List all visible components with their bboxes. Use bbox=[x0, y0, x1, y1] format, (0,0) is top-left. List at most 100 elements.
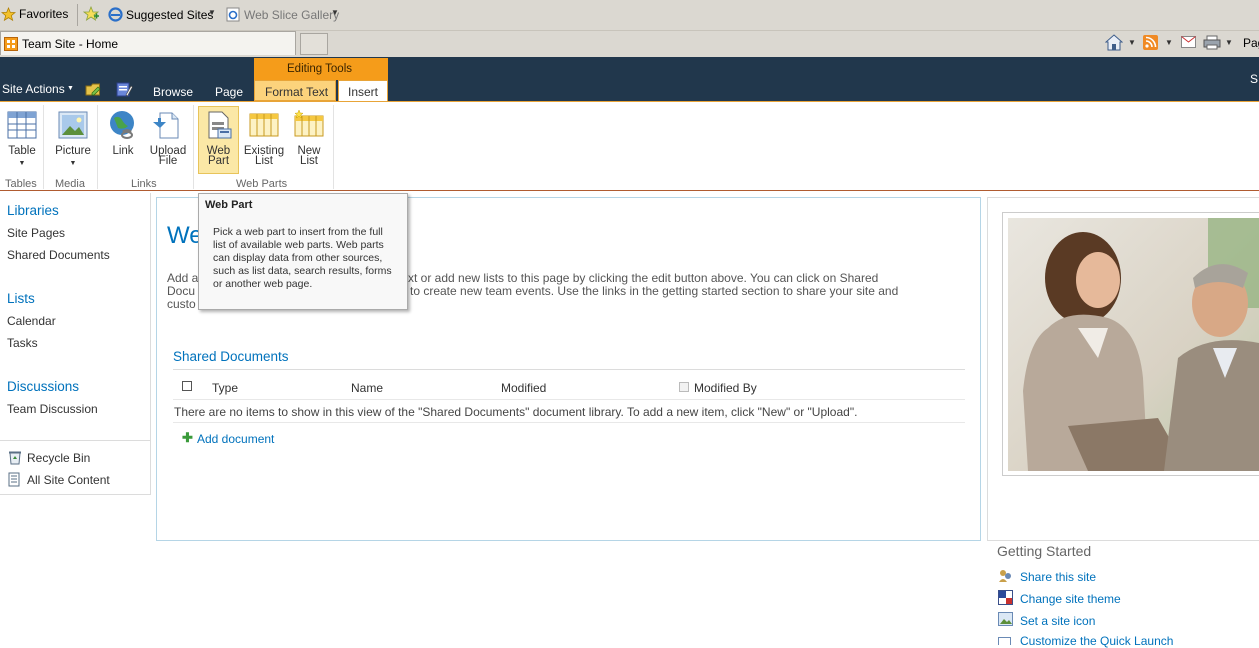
column-header-modified-by[interactable]: Modified By bbox=[694, 381, 757, 395]
mail-icon[interactable] bbox=[1181, 36, 1196, 51]
suggested-sites-link[interactable]: Suggested Sites bbox=[126, 8, 213, 22]
site-image bbox=[1008, 218, 1259, 471]
user-menu[interactable]: S bbox=[1250, 72, 1258, 86]
plus-icon: ✚ bbox=[182, 430, 193, 445]
web-part-label-2: Part bbox=[207, 155, 230, 167]
edit-properties-icon[interactable] bbox=[116, 81, 133, 101]
chevron-down-icon[interactable]: ▼ bbox=[1128, 38, 1136, 47]
tab-insert[interactable]: Insert bbox=[338, 80, 388, 102]
group-label-tables: Tables bbox=[5, 178, 37, 190]
nav-item-calendar[interactable]: Calendar bbox=[7, 314, 56, 328]
nav-divider bbox=[0, 440, 151, 441]
tooltip-title: Web Part bbox=[205, 199, 253, 211]
print-icon[interactable] bbox=[1203, 35, 1221, 53]
group-label-web-parts: Web Parts bbox=[236, 178, 288, 190]
intro-text-fragment: custo bbox=[167, 297, 196, 311]
customize-quick-launch-link[interactable]: Customize the Quick Launch bbox=[1020, 634, 1173, 648]
column-header-name[interactable]: Name bbox=[351, 381, 383, 395]
change-site-theme-link[interactable]: Change site theme bbox=[1020, 592, 1121, 606]
nav-item-all-site-content[interactable]: All Site Content bbox=[27, 473, 110, 487]
home-icon[interactable] bbox=[1104, 34, 1124, 54]
share-this-site-link[interactable]: Share this site bbox=[1020, 570, 1096, 584]
site-icon-icon bbox=[998, 612, 1013, 629]
web-part-icon bbox=[204, 110, 234, 140]
table-icon bbox=[7, 110, 37, 140]
ribbon-divider bbox=[193, 105, 194, 189]
chevron-down-icon[interactable]: ▼ bbox=[1225, 38, 1233, 47]
set-site-icon-link[interactable]: Set a site icon bbox=[1020, 614, 1095, 628]
nav-heading-discussions[interactable]: Discussions bbox=[7, 379, 79, 394]
select-all-checkbox[interactable] bbox=[182, 381, 192, 391]
ribbon-divider bbox=[43, 105, 44, 189]
new-tab-button[interactable] bbox=[300, 33, 328, 55]
upload-file-icon bbox=[153, 110, 183, 140]
intro-text-line2: to create new team events. Use the links… bbox=[410, 284, 899, 298]
new-list-button[interactable]: New List bbox=[291, 109, 327, 167]
new-list-icon bbox=[294, 109, 324, 140]
recycle-bin-icon bbox=[8, 450, 22, 468]
nav-item-site-pages[interactable]: Site Pages bbox=[7, 226, 65, 240]
share-site-icon bbox=[998, 568, 1013, 586]
column-header-type[interactable]: Type bbox=[212, 381, 238, 395]
ribbon-divider bbox=[333, 105, 334, 189]
webpart-title-divider bbox=[173, 369, 965, 370]
group-label-media: Media bbox=[55, 178, 85, 190]
picture-icon bbox=[58, 110, 88, 140]
quick-launch-icon bbox=[998, 634, 1013, 648]
picture-label: Picture bbox=[55, 145, 91, 157]
nav-heading-libraries[interactable]: Libraries bbox=[7, 203, 59, 218]
all-site-content-icon bbox=[8, 472, 22, 490]
table-label: Table bbox=[8, 145, 36, 157]
change-theme-icon bbox=[998, 590, 1013, 608]
intro-text-fragment: Docu bbox=[167, 284, 196, 298]
nav-item-team-discussion[interactable]: Team Discussion bbox=[7, 402, 98, 416]
browser-tab-team-site[interactable]: Team Site - Home bbox=[0, 31, 296, 55]
site-actions-menu[interactable]: Site Actions bbox=[2, 82, 65, 96]
page-menu[interactable]: Pag bbox=[1243, 36, 1259, 50]
existing-list-label-2: List bbox=[255, 155, 273, 167]
modified-by-filter-icon bbox=[679, 382, 689, 392]
insert-web-part-button[interactable]: Web Part bbox=[199, 110, 238, 167]
chevron-down-icon[interactable]: ▼ bbox=[1165, 38, 1173, 47]
web-part-tooltip: Web Part Pick a web part to insert from … bbox=[198, 193, 408, 310]
nav-heading-lists[interactable]: Lists bbox=[7, 291, 35, 306]
chevron-down-icon: ▼ bbox=[69, 160, 77, 167]
web-slice-gallery-link[interactable]: Web Slice Gallery bbox=[244, 8, 339, 22]
upload-file-button[interactable]: Upload File bbox=[148, 110, 188, 167]
nav-item-tasks[interactable]: Tasks bbox=[7, 336, 38, 350]
editing-tools-group: Editing Tools bbox=[254, 58, 388, 80]
nav-item-recycle-bin[interactable]: Recycle Bin bbox=[27, 451, 90, 465]
rss-feed-icon[interactable] bbox=[1143, 35, 1158, 53]
insert-picture-button[interactable]: Picture ▼ bbox=[53, 110, 93, 169]
ribbon-divider bbox=[97, 105, 98, 189]
tab-format-text-label: Format Text bbox=[265, 85, 329, 99]
intro-text-fragment: Add a bbox=[167, 271, 199, 285]
tab-title: Team Site - Home bbox=[22, 37, 119, 51]
chevron-down-icon[interactable]: ▼ bbox=[67, 85, 74, 92]
link-label: Link bbox=[112, 145, 134, 157]
globe-link-icon bbox=[108, 110, 138, 140]
add-favorite-icon[interactable] bbox=[82, 5, 100, 25]
existing-list-button[interactable]: Existing List bbox=[243, 110, 285, 167]
edit-page-icon[interactable] bbox=[85, 82, 102, 100]
tab-format-text[interactable]: Format Text bbox=[254, 80, 336, 101]
chevron-down-icon[interactable]: ▼ bbox=[208, 8, 216, 17]
ie-icon bbox=[108, 7, 123, 25]
column-header-modified[interactable]: Modified bbox=[501, 381, 546, 395]
ie-page-icon bbox=[226, 7, 241, 25]
row-divider bbox=[173, 422, 965, 423]
divider bbox=[77, 4, 78, 26]
shared-documents-title[interactable]: Shared Documents bbox=[173, 349, 289, 364]
empty-list-message: There are no items to show in this view … bbox=[174, 405, 858, 419]
chevron-down-icon[interactable]: ▼ bbox=[331, 8, 339, 17]
tab-browse[interactable]: Browse bbox=[153, 85, 193, 99]
group-label-links: Links bbox=[131, 178, 157, 190]
favorites-button[interactable]: Favorites bbox=[19, 7, 68, 21]
insert-table-button[interactable]: Table ▼ bbox=[4, 110, 40, 169]
new-list-label-2: List bbox=[300, 155, 318, 167]
add-document-link[interactable]: Add document bbox=[197, 432, 274, 446]
chevron-down-icon: ▼ bbox=[18, 160, 26, 167]
insert-link-button[interactable]: Link bbox=[106, 110, 140, 157]
tab-page[interactable]: Page bbox=[215, 85, 243, 99]
nav-item-shared-documents[interactable]: Shared Documents bbox=[7, 248, 110, 262]
